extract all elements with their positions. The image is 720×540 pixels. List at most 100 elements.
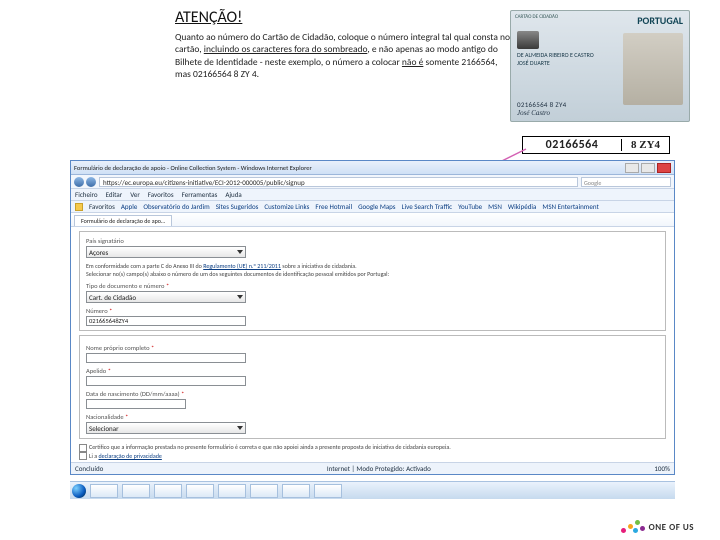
browser-menu: Ficheiro Editar Ver Favoritos Ferramenta… <box>71 189 674 201</box>
active-tab[interactable]: Formulário de declaração de apo… <box>74 215 172 226</box>
country-label: País signatário <box>86 237 124 245</box>
number-main: 02166564 <box>523 138 621 152</box>
chevron-down-icon <box>237 426 243 430</box>
close-button[interactable] <box>657 163 671 173</box>
fav-custom[interactable]: Customize Links <box>264 202 309 211</box>
nat-value: Selecionar <box>89 424 119 433</box>
card-country: PORTUGAL <box>637 14 683 27</box>
browser-address-bar: https://ec.europa.eu/citizens-initiative… <box>71 175 674 189</box>
fullname-label: Nome próprio completo * <box>86 344 659 352</box>
country-value: Açores <box>89 248 108 257</box>
fav-msn[interactable]: MSN <box>488 202 502 211</box>
taskbar-item[interactable] <box>186 484 214 498</box>
taskbar-item[interactable] <box>314 484 342 498</box>
para-underline1: incluindo os caracteres fora do sombread… <box>204 43 368 55</box>
number-suffix: 8 ZY4 <box>621 139 669 151</box>
chip-icon <box>517 31 539 49</box>
page-content: País signatário Açores Em conformidade c… <box>71 227 674 462</box>
attention-paragraph: Quanto ao número do Cartão de Cidadão, c… <box>175 31 515 80</box>
chevron-down-icon <box>237 295 243 299</box>
url-field[interactable]: https://ec.europa.eu/citizens-initiative… <box>99 177 578 187</box>
fav-sugg[interactable]: Sites Sugeridos <box>216 202 259 211</box>
zoom-value: 100% <box>654 464 670 473</box>
check-row-2: Li a declaração de privacidade <box>79 452 666 461</box>
browser-titlebar: Formulário de declaração de apoio - Onli… <box>71 161 674 175</box>
status-mid: Internet | Modo Protegido: Activado <box>327 464 431 473</box>
doctype-select[interactable]: Cart. de Cidadão <box>86 291 246 303</box>
card-name: DE ALMEIDA RIBEIRO E CASTRO JOSÉ DUARTE <box>517 51 594 67</box>
taskbar-item[interactable] <box>154 484 182 498</box>
fav-traffic[interactable]: Live Search Traffic <box>402 202 453 211</box>
doctype-value: Cart. de Cidadão <box>89 293 136 302</box>
card-firstname: JOSÉ DUARTE <box>517 59 594 67</box>
fullname-input[interactable] <box>86 353 246 363</box>
number-label: Número * <box>86 307 659 315</box>
menu-view[interactable]: Ver <box>130 190 140 199</box>
status-left: Concluído <box>75 464 103 473</box>
menu-favorites[interactable]: Favoritos <box>148 190 174 199</box>
favorites-bar: Favoritos Apple Observatório do Jardim S… <box>71 201 674 213</box>
search-field[interactable]: Google <box>581 177 671 187</box>
fav-msnent[interactable]: MSN Entertainment <box>542 202 598 211</box>
fav-apple[interactable]: Apple <box>121 202 138 211</box>
back-button[interactable] <box>74 177 84 187</box>
dob-input[interactable] <box>86 399 186 409</box>
menu-edit[interactable]: Editar <box>106 190 123 199</box>
zoom-control[interactable]: 100% <box>654 464 670 473</box>
minimize-button[interactable] <box>625 163 639 173</box>
card-photo <box>623 33 683 105</box>
para-underline2: não é <box>402 56 423 68</box>
certify-checkbox[interactable] <box>79 444 87 452</box>
maximize-button[interactable] <box>641 163 655 173</box>
chevron-down-icon <box>237 250 243 254</box>
start-button[interactable] <box>72 484 86 498</box>
taskbar-item[interactable] <box>218 484 246 498</box>
logo-text: ONE OF US <box>649 522 694 533</box>
window-title: Formulário de declaração de apoio - Onli… <box>74 164 312 172</box>
surname-input[interactable] <box>86 376 246 386</box>
country-section: País signatário Açores Em conformidade c… <box>79 231 666 331</box>
tab-strip: Formulário de declaração de apo… <box>71 213 674 227</box>
number-callout-box: 02166564 8 ZY4 <box>522 136 670 154</box>
one-of-us-logo: ONE OF US <box>619 518 694 536</box>
intro-text: Em conformidade com a parte C do Anexo I… <box>86 262 659 270</box>
id-card: CARTÃO DE CIDADÃO PORTUGAL DE ALMEIDA RI… <box>510 10 690 122</box>
taskbar <box>70 481 675 499</box>
status-bar: Concluído Internet | Modo Protegido: Act… <box>71 462 674 474</box>
intro-text2: Selecionar no(s) campo(s) abaixo o númer… <box>86 270 659 278</box>
privacy-checkbox[interactable] <box>79 452 87 460</box>
logo-icon <box>619 518 647 536</box>
nat-select[interactable]: Selecionar <box>86 422 246 434</box>
taskbar-item[interactable] <box>282 484 310 498</box>
dob-label: Data de nascimento (DD/mm/aaaa) * <box>86 390 659 398</box>
search-placeholder: Google <box>582 179 601 187</box>
fav-hotmail[interactable]: Free Hotmail <box>315 202 352 211</box>
country-select[interactable]: Açores <box>86 246 246 258</box>
personal-section: Nome próprio completo * Apelido * Data d… <box>79 335 666 439</box>
browser-window: Formulário de declaração de apoio - Onli… <box>70 160 675 475</box>
card-number-row: 02166564 8 ZY4 José Castro <box>517 100 627 117</box>
surname-label: Apelido * <box>86 367 659 375</box>
menu-file[interactable]: Ficheiro <box>75 190 98 199</box>
fav-wiki[interactable]: Wikipédia <box>508 202 536 211</box>
menu-tools[interactable]: Ferramentas <box>182 190 218 199</box>
regulation-link[interactable]: Regulamento (UE) n.º 211/2011 <box>203 262 281 270</box>
attention-title: ATENÇÃO! <box>175 8 515 27</box>
fav-youtube[interactable]: YouTube <box>458 202 482 211</box>
taskbar-item[interactable] <box>250 484 278 498</box>
number-input[interactable]: 021665648ZY4 <box>86 316 246 326</box>
fav-obs[interactable]: Observatório do Jardim <box>143 202 209 211</box>
card-number: 02166564 8 ZY4 <box>517 100 627 109</box>
fav-label[interactable]: Favoritos <box>89 202 115 211</box>
fav-gmaps[interactable]: Google Maps <box>358 202 396 211</box>
star-icon[interactable] <box>75 203 83 211</box>
doctype-label: Tipo de documento e número * <box>86 282 659 290</box>
card-signature: José Castro <box>517 109 627 117</box>
privacy-link[interactable]: declaração de privacidade <box>99 452 162 460</box>
nat-label: Nacionalidade * <box>86 413 659 421</box>
taskbar-item[interactable] <box>122 484 150 498</box>
forward-button[interactable] <box>86 177 96 187</box>
menu-help[interactable]: Ajuda <box>225 190 241 199</box>
taskbar-item[interactable] <box>90 484 118 498</box>
card-surname: DE ALMEIDA RIBEIRO E CASTRO <box>517 51 594 59</box>
